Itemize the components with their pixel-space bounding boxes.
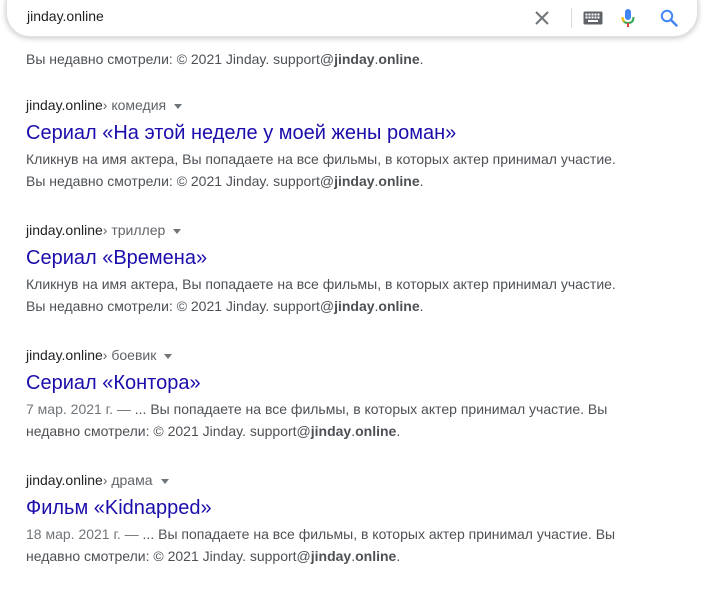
result-domain: jinday.online <box>26 472 103 488</box>
snippet-text: Вы недавно смотрели: © 2021 Jinday. supp… <box>26 173 335 189</box>
snippet-text: . <box>419 298 424 314</box>
snippet-highlight: online <box>355 548 397 564</box>
snippet-text: Вы недавно смотрели: © 2021 Jinday. supp… <box>26 51 335 67</box>
result-title-link[interactable]: Сериал «На этой неделе у моей жены роман… <box>26 120 666 146</box>
search-result: jinday.online › боевик Сериал «Контора» … <box>26 346 666 442</box>
result-breadcrumb: › триллер <box>102 222 166 238</box>
snippet-text: недавно смотрели: © 2021 Jinday. support… <box>26 548 311 564</box>
snippet-text: недавно смотрели: © 2021 Jinday. support… <box>26 423 311 439</box>
result-url[interactable]: jinday.online › драма <box>26 471 666 489</box>
result-title-link[interactable]: Фильм «Kidnapped» <box>26 495 666 521</box>
snippet-highlight: online <box>378 51 420 67</box>
previous-result-snippet: Вы недавно смотрели: © 2021 Jinday. supp… <box>26 49 424 69</box>
snippet-text: Вы недавно смотрели: © 2021 Jinday. supp… <box>26 298 335 314</box>
search-results-page: jinday.online Вы недавно смотрели: © 202… <box>0 0 715 599</box>
keyboard-icon[interactable] <box>581 8 605 28</box>
result-date: 18 мар. 2021 г. — <box>26 526 143 542</box>
search-input[interactable]: jinday.online <box>27 8 104 24</box>
snippet-text: . <box>396 423 401 439</box>
result-snippet: Кликнув на имя актера, Вы попадаете на в… <box>26 148 666 192</box>
result-snippet: 7 мар. 2021 г. — ... Вы попадаете на все… <box>26 398 666 442</box>
snippet-text: Кликнув на имя актера, Вы попадаете на в… <box>26 151 616 167</box>
search-bar-divider <box>571 8 572 28</box>
result-url[interactable]: jinday.online › триллер <box>26 221 666 239</box>
snippet-highlight: jinday <box>310 548 352 564</box>
snippet-highlight: jinday <box>334 298 375 314</box>
chevron-down-icon[interactable] <box>174 103 183 109</box>
result-title-link[interactable]: Сериал «Контора» <box>26 370 666 396</box>
snippet-text: . <box>419 173 424 189</box>
search-result: jinday.online › триллер Сериал «Времена»… <box>26 221 666 317</box>
result-domain: jinday.online <box>26 347 103 363</box>
result-breadcrumb: › боевик <box>102 347 157 363</box>
search-result: jinday.online › драма Фильм «Kidnapped» … <box>26 471 666 567</box>
result-breadcrumb: › комедия <box>102 97 167 113</box>
result-domain: jinday.online <box>26 222 103 238</box>
result-title-link[interactable]: Сериал «Времена» <box>26 245 666 271</box>
snippet-text: Кликнув на имя актера, Вы попадаете на в… <box>26 276 616 292</box>
snippet-text: . <box>419 51 424 67</box>
snippet-highlight: jinday <box>334 173 375 189</box>
result-snippet: Кликнув на имя актера, Вы попадаете на в… <box>26 273 666 317</box>
result-breadcrumb: › драма <box>102 472 153 488</box>
snippet-highlight: online <box>355 423 397 439</box>
microphone-icon[interactable] <box>618 8 638 28</box>
result-snippet: 18 мар. 2021 г. — ... Вы попадаете на вс… <box>26 523 666 567</box>
search-bar: jinday.online <box>6 0 698 37</box>
result-date: 7 мар. 2021 г. — <box>26 401 135 417</box>
snippet-highlight: jinday <box>334 51 375 67</box>
result-domain: jinday.online <box>26 97 103 113</box>
snippet-text: ... Вы попадаете на все фильмы, в которы… <box>142 526 616 542</box>
result-url[interactable]: jinday.online › боевик <box>26 346 666 364</box>
snippet-text: ... Вы попадаете на все фильмы, в которы… <box>134 401 608 417</box>
chevron-down-icon[interactable] <box>173 228 182 234</box>
snippet-text: . <box>396 548 401 564</box>
close-icon[interactable] <box>532 8 552 28</box>
search-result: jinday.online › комедия Сериал «На этой … <box>26 96 666 192</box>
snippet-highlight: jinday <box>310 423 352 439</box>
result-url[interactable]: jinday.online › комедия <box>26 96 666 114</box>
chevron-down-icon[interactable] <box>160 478 169 484</box>
chevron-down-icon[interactable] <box>164 353 173 359</box>
search-icon[interactable] <box>659 8 679 28</box>
snippet-highlight: online <box>378 298 420 314</box>
snippet-highlight: online <box>378 173 420 189</box>
